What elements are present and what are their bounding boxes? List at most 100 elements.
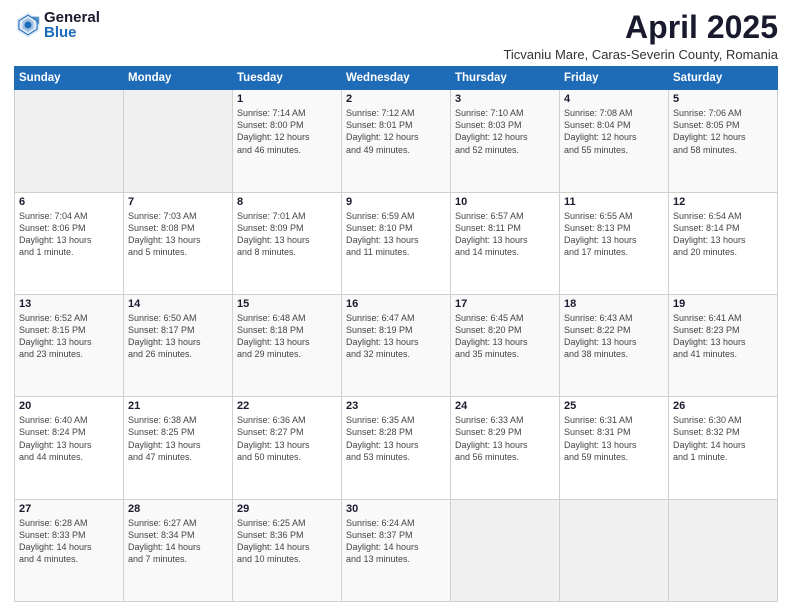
- calendar-cell: 26Sunrise: 6:30 AM Sunset: 8:32 PM Dayli…: [669, 397, 778, 499]
- day-info: Sunrise: 6:43 AM Sunset: 8:22 PM Dayligh…: [564, 312, 664, 361]
- day-info: Sunrise: 6:54 AM Sunset: 8:14 PM Dayligh…: [673, 210, 773, 259]
- day-number: 8: [237, 196, 337, 208]
- day-info: Sunrise: 6:40 AM Sunset: 8:24 PM Dayligh…: [19, 414, 119, 463]
- calendar-cell: 20 Sunrise: 6:40 AM Sunset: 8:24 PM Dayli…: [15, 397, 124, 499]
- day-info: Sunrise: 7:01 AM Sunset: 8:09 PM Dayligh…: [237, 210, 337, 259]
- day-info: Sunrise: 7:03 AM Sunset: 8:08 PM Dayligh…: [128, 210, 228, 259]
- calendar-cell: 25Sunrise: 6:31 AM Sunset: 8:31 PM Dayli…: [560, 397, 669, 499]
- day-info: Sunrise: 7:12 AM Sunset: 8:01 PM Dayligh…: [346, 107, 446, 156]
- day-info: Sunrise: 6:41 AM Sunset: 8:23 PM Dayligh…: [673, 312, 773, 361]
- calendar-cell: 10Sunrise: 6:57 AM Sunset: 8:11 PM Dayli…: [451, 192, 560, 294]
- day-info: Sunrise: 7:14 AM Sunset: 8:00 PM Dayligh…: [237, 107, 337, 156]
- logo-text: General Blue: [44, 10, 100, 40]
- weekday-header-thursday: Thursday: [451, 67, 560, 90]
- day-info: Sunrise: 7:04 AM Sunset: 8:06 PM Dayligh…: [19, 210, 119, 259]
- day-info: Sunrise: 7:10 AM Sunset: 8:03 PM Dayligh…: [455, 107, 555, 156]
- calendar-cell: 18 Sunrise: 6:43 AM Sunset: 8:22 PM Dayli…: [560, 294, 669, 396]
- day-number: 5: [673, 93, 773, 105]
- day-number: 6: [19, 196, 119, 208]
- day-info: Sunrise: 6:52 AM Sunset: 8:15 PM Dayligh…: [19, 312, 119, 361]
- calendar-cell: 5Sunrise: 7:06 AM Sunset: 8:05 PM Daylig…: [669, 90, 778, 192]
- calendar-cell: 9 Sunrise: 6:59 AM Sunset: 8:10 PM Daylig…: [342, 192, 451, 294]
- day-number: 9: [346, 196, 446, 208]
- day-number: 21: [128, 400, 228, 412]
- calendar-week-1: 1 Sunrise: 7:14 AM Sunset: 8:00 PM Daylig…: [15, 90, 778, 192]
- calendar-cell: 8 Sunrise: 7:01 AM Sunset: 8:09 PM Daylig…: [233, 192, 342, 294]
- day-info: Sunrise: 6:25 AM Sunset: 8:36 PM Dayligh…: [237, 517, 337, 566]
- calendar-cell: 4Sunrise: 7:08 AM Sunset: 8:04 PM Daylig…: [560, 90, 669, 192]
- calendar-cell: 3 Sunrise: 7:10 AM Sunset: 8:03 PM Daylig…: [451, 90, 560, 192]
- calendar-cell: 15Sunrise: 6:48 AM Sunset: 8:18 PM Dayli…: [233, 294, 342, 396]
- location-title: Ticvaniu Mare, Caras-Severin County, Rom…: [503, 47, 778, 62]
- day-number: 23: [346, 400, 446, 412]
- day-number: 18: [564, 298, 664, 310]
- calendar-cell: 1 Sunrise: 7:14 AM Sunset: 8:00 PM Daylig…: [233, 90, 342, 192]
- weekday-header-monday: Monday: [124, 67, 233, 90]
- day-info: Sunrise: 6:24 AM Sunset: 8:37 PM Dayligh…: [346, 517, 446, 566]
- day-info: Sunrise: 6:45 AM Sunset: 8:20 PM Dayligh…: [455, 312, 555, 361]
- calendar-cell: 27 Sunrise: 6:28 AM Sunset: 8:33 PM Dayli…: [15, 499, 124, 601]
- calendar-cell: 7 Sunrise: 7:03 AM Sunset: 8:08 PM Daylig…: [124, 192, 233, 294]
- weekday-header-row: SundayMondayTuesdayWednesdayThursdayFrid…: [15, 67, 778, 90]
- calendar-cell: 22 Sunrise: 6:36 AM Sunset: 8:27 PM Dayli…: [233, 397, 342, 499]
- day-number: 1: [237, 93, 337, 105]
- weekday-header-tuesday: Tuesday: [233, 67, 342, 90]
- calendar-cell: 19 Sunrise: 6:41 AM Sunset: 8:23 PM Dayli…: [669, 294, 778, 396]
- calendar-cell: 17 Sunrise: 6:45 AM Sunset: 8:20 PM Dayli…: [451, 294, 560, 396]
- day-number: 24: [455, 400, 555, 412]
- day-number: 25: [564, 400, 664, 412]
- calendar-week-4: 20 Sunrise: 6:40 AM Sunset: 8:24 PM Dayli…: [15, 397, 778, 499]
- weekday-header-friday: Friday: [560, 67, 669, 90]
- day-info: Sunrise: 6:33 AM Sunset: 8:29 PM Dayligh…: [455, 414, 555, 463]
- calendar-cell: [451, 499, 560, 601]
- day-info: Sunrise: 6:57 AM Sunset: 8:11 PM Dayligh…: [455, 210, 555, 259]
- calendar-cell: 14Sunrise: 6:50 AM Sunset: 8:17 PM Dayli…: [124, 294, 233, 396]
- day-info: Sunrise: 6:47 AM Sunset: 8:19 PM Dayligh…: [346, 312, 446, 361]
- day-info: Sunrise: 6:28 AM Sunset: 8:33 PM Dayligh…: [19, 517, 119, 566]
- calendar-table: SundayMondayTuesdayWednesdayThursdayFrid…: [14, 66, 778, 602]
- day-info: Sunrise: 6:50 AM Sunset: 8:17 PM Dayligh…: [128, 312, 228, 361]
- day-number: 20: [19, 400, 119, 412]
- weekday-header-saturday: Saturday: [669, 67, 778, 90]
- calendar-cell: 24 Sunrise: 6:33 AM Sunset: 8:29 PM Dayli…: [451, 397, 560, 499]
- calendar-cell: 30 Sunrise: 6:24 AM Sunset: 8:37 PM Dayli…: [342, 499, 451, 601]
- day-info: Sunrise: 6:36 AM Sunset: 8:27 PM Dayligh…: [237, 414, 337, 463]
- day-info: Sunrise: 6:59 AM Sunset: 8:10 PM Dayligh…: [346, 210, 446, 259]
- calendar-cell: 29Sunrise: 6:25 AM Sunset: 8:36 PM Dayli…: [233, 499, 342, 601]
- calendar-cell: 21Sunrise: 6:38 AM Sunset: 8:25 PM Dayli…: [124, 397, 233, 499]
- day-number: 16: [346, 298, 446, 310]
- day-number: 17: [455, 298, 555, 310]
- calendar-week-3: 13 Sunrise: 6:52 AM Sunset: 8:15 PM Dayli…: [15, 294, 778, 396]
- day-info: Sunrise: 6:35 AM Sunset: 8:28 PM Dayligh…: [346, 414, 446, 463]
- page: General Blue April 2025 Ticvaniu Mare, C…: [0, 0, 792, 612]
- logo-blue: Blue: [44, 25, 100, 40]
- day-number: 30: [346, 503, 446, 515]
- day-info: Sunrise: 7:08 AM Sunset: 8:04 PM Dayligh…: [564, 107, 664, 156]
- calendar-cell: 6 Sunrise: 7:04 AM Sunset: 8:06 PM Daylig…: [15, 192, 124, 294]
- weekday-header-sunday: Sunday: [15, 67, 124, 90]
- day-info: Sunrise: 6:55 AM Sunset: 8:13 PM Dayligh…: [564, 210, 664, 259]
- logo-general: General: [44, 10, 100, 25]
- calendar-cell: 2 Sunrise: 7:12 AM Sunset: 8:01 PM Daylig…: [342, 90, 451, 192]
- day-number: 19: [673, 298, 773, 310]
- day-number: 15: [237, 298, 337, 310]
- calendar-cell: 23 Sunrise: 6:35 AM Sunset: 8:28 PM Dayli…: [342, 397, 451, 499]
- month-title: April 2025: [503, 10, 778, 45]
- calendar-week-5: 27 Sunrise: 6:28 AM Sunset: 8:33 PM Dayli…: [15, 499, 778, 601]
- calendar-cell: 13 Sunrise: 6:52 AM Sunset: 8:15 PM Dayli…: [15, 294, 124, 396]
- day-number: 11: [564, 196, 664, 208]
- logo: General Blue: [14, 10, 100, 40]
- calendar-cell: 11 Sunrise: 6:55 AM Sunset: 8:13 PM Dayli…: [560, 192, 669, 294]
- calendar-cell: 12Sunrise: 6:54 AM Sunset: 8:14 PM Dayli…: [669, 192, 778, 294]
- day-number: 7: [128, 196, 228, 208]
- weekday-header-wednesday: Wednesday: [342, 67, 451, 90]
- day-number: 2: [346, 93, 446, 105]
- calendar-cell: 16 Sunrise: 6:47 AM Sunset: 8:19 PM Dayli…: [342, 294, 451, 396]
- day-number: 3: [455, 93, 555, 105]
- calendar-cell: [669, 499, 778, 601]
- day-number: 22: [237, 400, 337, 412]
- day-number: 13: [19, 298, 119, 310]
- day-number: 27: [19, 503, 119, 515]
- day-info: Sunrise: 6:27 AM Sunset: 8:34 PM Dayligh…: [128, 517, 228, 566]
- day-number: 26: [673, 400, 773, 412]
